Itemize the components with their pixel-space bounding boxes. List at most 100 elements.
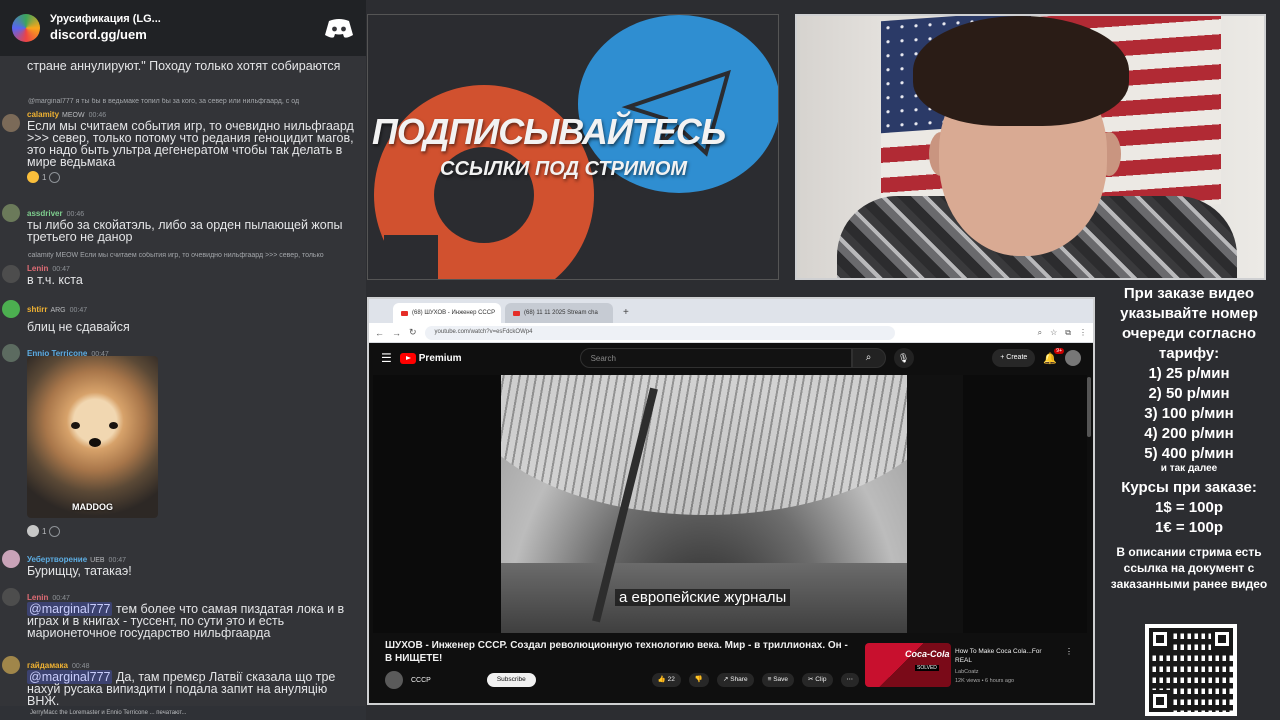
- timestamp: 00:46: [66, 211, 85, 218]
- username[interactable]: assdriver: [27, 209, 63, 218]
- price-tier: 4) 200 р/мин: [1144, 425, 1234, 442]
- video-subtitle: а европейские журналы: [615, 589, 791, 606]
- new-tab-button[interactable]: +: [617, 307, 635, 323]
- hamburger-menu-icon[interactable]: ☰: [381, 351, 392, 365]
- channel-name[interactable]: СССР: [411, 677, 431, 684]
- tab-label: (68) 11 11 2025 Stream cha: [524, 310, 598, 316]
- video-player[interactable]: а европейские журналы: [373, 375, 1087, 633]
- recommended-video[interactable]: Coca-Cola SOLVED How To Make Coca Cola..…: [865, 643, 1075, 689]
- bookmark-icon[interactable]: ☆: [1050, 328, 1057, 338]
- timestamp: 00:47: [69, 307, 88, 314]
- recommended-thumbnail[interactable]: Coca-Cola SOLVED: [865, 643, 951, 687]
- avatar[interactable]: [2, 204, 20, 222]
- rate-usd: 1$ = 100р: [1155, 499, 1223, 516]
- server-invite-link[interactable]: discord.gg/uem: [50, 27, 314, 43]
- dog-eye: [109, 422, 118, 429]
- page-scrollbar[interactable]: [1087, 377, 1091, 437]
- dislike-button[interactable]: 👎: [688, 673, 709, 687]
- microphone-icon[interactable]: 🎙: [893, 348, 914, 368]
- server-name: Урусификация (LG...: [50, 13, 161, 25]
- address-bar[interactable]: youtube.com/watch?v=esFdckOWp4: [424, 325, 895, 340]
- dog-nose: [89, 438, 101, 447]
- hall-vault: [501, 375, 907, 515]
- reload-icon[interactable]: ↻: [409, 327, 417, 338]
- search-icon[interactable]: ⌕: [851, 348, 886, 368]
- account-avatar[interactable]: [1065, 350, 1081, 366]
- share-button[interactable]: ↗ Share: [716, 673, 754, 687]
- clip-label: Clip: [815, 676, 827, 683]
- subscribe-button[interactable]: Subscribe: [486, 673, 536, 687]
- channel-avatar[interactable]: [385, 671, 403, 689]
- username[interactable]: Lenin: [27, 593, 48, 602]
- avatar[interactable]: [2, 550, 20, 568]
- zoom-icon[interactable]: ⌕: [1038, 328, 1042, 338]
- tab-label: (68) ШУХОВ - Инженер СССР: [412, 310, 496, 316]
- username[interactable]: гайдамака: [27, 661, 68, 670]
- patreon-logo-stem: [384, 235, 438, 279]
- subscribe-banner: ПОДПИСЫВАЙТЕСЬ ССЫЛКИ ПОД СТРИМОМ: [367, 14, 779, 280]
- avatar[interactable]: [2, 344, 20, 362]
- stream-overlay: Урусификация (LG... discord.gg/uem стран…: [0, 0, 1280, 720]
- menu-icon[interactable]: ⋮: [1079, 328, 1087, 338]
- image-attachment[interactable]: MADDOG: [27, 356, 158, 518]
- order-instructions: При заказе видео указывайте номер очеред…: [1120, 285, 1258, 362]
- message-text: стране аннулируют." Походу только хотят …: [27, 59, 341, 73]
- avatar[interactable]: [2, 114, 20, 132]
- recommended-title[interactable]: How To Make Coca Cola...For REAL: [955, 647, 1059, 665]
- avatar[interactable]: [2, 656, 20, 674]
- like-button[interactable]: 👍 22: [651, 673, 681, 687]
- avatar[interactable]: [2, 300, 20, 318]
- forward-icon[interactable]: →: [392, 328, 401, 338]
- banner-title: ПОДПИСЫВАЙТЕСЬ: [372, 111, 726, 152]
- reaction[interactable]: 1: [27, 525, 61, 537]
- browser-tab[interactable]: (68) 11 11 2025 Stream cha: [505, 303, 613, 323]
- browser-tab[interactable]: (68) ШУХОВ - Инженер СССР: [393, 303, 501, 323]
- youtube-logo[interactable]: Premium: [399, 352, 462, 364]
- create-label: Create: [1006, 354, 1028, 361]
- channel-row: СССР Subscribe 👍 22 👎 ↗ Share ≡ Save ✂ C…: [385, 671, 859, 689]
- thumbs-up-icon: 👍: [657, 676, 666, 683]
- notifications-bell-icon[interactable]: 🔔 9+: [1043, 347, 1064, 365]
- browser-toolbar: ← → ↻ youtube.com/watch?v=esFdckOWp4 ⌕ ☆…: [369, 323, 1093, 343]
- price-tier: 1) 25 р/мин: [1148, 365, 1230, 382]
- notification-count: 9+: [1054, 347, 1064, 354]
- chat-message: стране аннулируют." Походу только хотят …: [0, 59, 366, 73]
- thumbnail-text: Coca-Cola: [905, 649, 950, 659]
- youtube-favicon-icon: [513, 310, 520, 316]
- username[interactable]: Lenin: [27, 264, 48, 273]
- save-icon: ≡: [767, 676, 772, 683]
- add-reaction-icon[interactable]: [49, 171, 61, 183]
- more-vert-icon[interactable]: ⋮: [1065, 647, 1073, 656]
- reaction[interactable]: 1: [27, 171, 61, 183]
- add-reaction-icon[interactable]: [49, 525, 61, 537]
- chat-message: assdriver 00:46 ты либо за скойатэль, либ…: [0, 204, 366, 243]
- username[interactable]: calamity: [27, 110, 59, 119]
- reaction-row: 1: [0, 522, 366, 540]
- server-icon: [12, 14, 40, 42]
- username[interactable]: Уебертворение: [27, 555, 87, 564]
- recommended-channel[interactable]: LabCoatz: [955, 669, 979, 675]
- extensions-icon[interactable]: ⧉: [1065, 328, 1071, 338]
- more-actions-button[interactable]: ⋯: [840, 673, 859, 687]
- chat-message: shtirr ARG 00:47 блиц не сдавайся: [0, 300, 366, 333]
- search-input[interactable]: Search: [579, 348, 852, 368]
- avatar[interactable]: [2, 588, 20, 606]
- back-icon[interactable]: ←: [375, 328, 384, 338]
- thumbs-down-icon: 👎: [694, 676, 703, 683]
- username[interactable]: shtirr: [27, 305, 47, 314]
- discord-chat-panel: Урусификация (LG... discord.gg/uem стран…: [0, 0, 366, 720]
- member-badge: UEB: [90, 557, 105, 564]
- clip-button[interactable]: ✂ Clip: [802, 673, 833, 687]
- timestamp: 00:48: [71, 663, 90, 670]
- reply-preview[interactable]: @marginal777 я ты бы в ведьмаке топил бы…: [0, 98, 366, 105]
- youtube-header: ☰ Premium Search ⌕ 🎙 + Create 🔔 9+: [369, 343, 1093, 373]
- reply-preview[interactable]: calamity MEOW Если мы считаем события иг…: [0, 252, 366, 259]
- avatar[interactable]: [2, 265, 20, 283]
- video-title: ШУХОВ - Инженер СССР. Создал революционн…: [385, 640, 848, 664]
- timestamp: 00:47: [52, 266, 70, 273]
- browser-window: (68) ШУХОВ - Инженер СССР (68) 11 11 202…: [367, 297, 1095, 705]
- save-button[interactable]: ≡ Save: [761, 673, 795, 687]
- chat-message: calamity MEOW Если мы считаем события иг…: [0, 252, 366, 286]
- create-button[interactable]: + Create: [992, 349, 1036, 367]
- qr-pattern: [1149, 628, 1233, 712]
